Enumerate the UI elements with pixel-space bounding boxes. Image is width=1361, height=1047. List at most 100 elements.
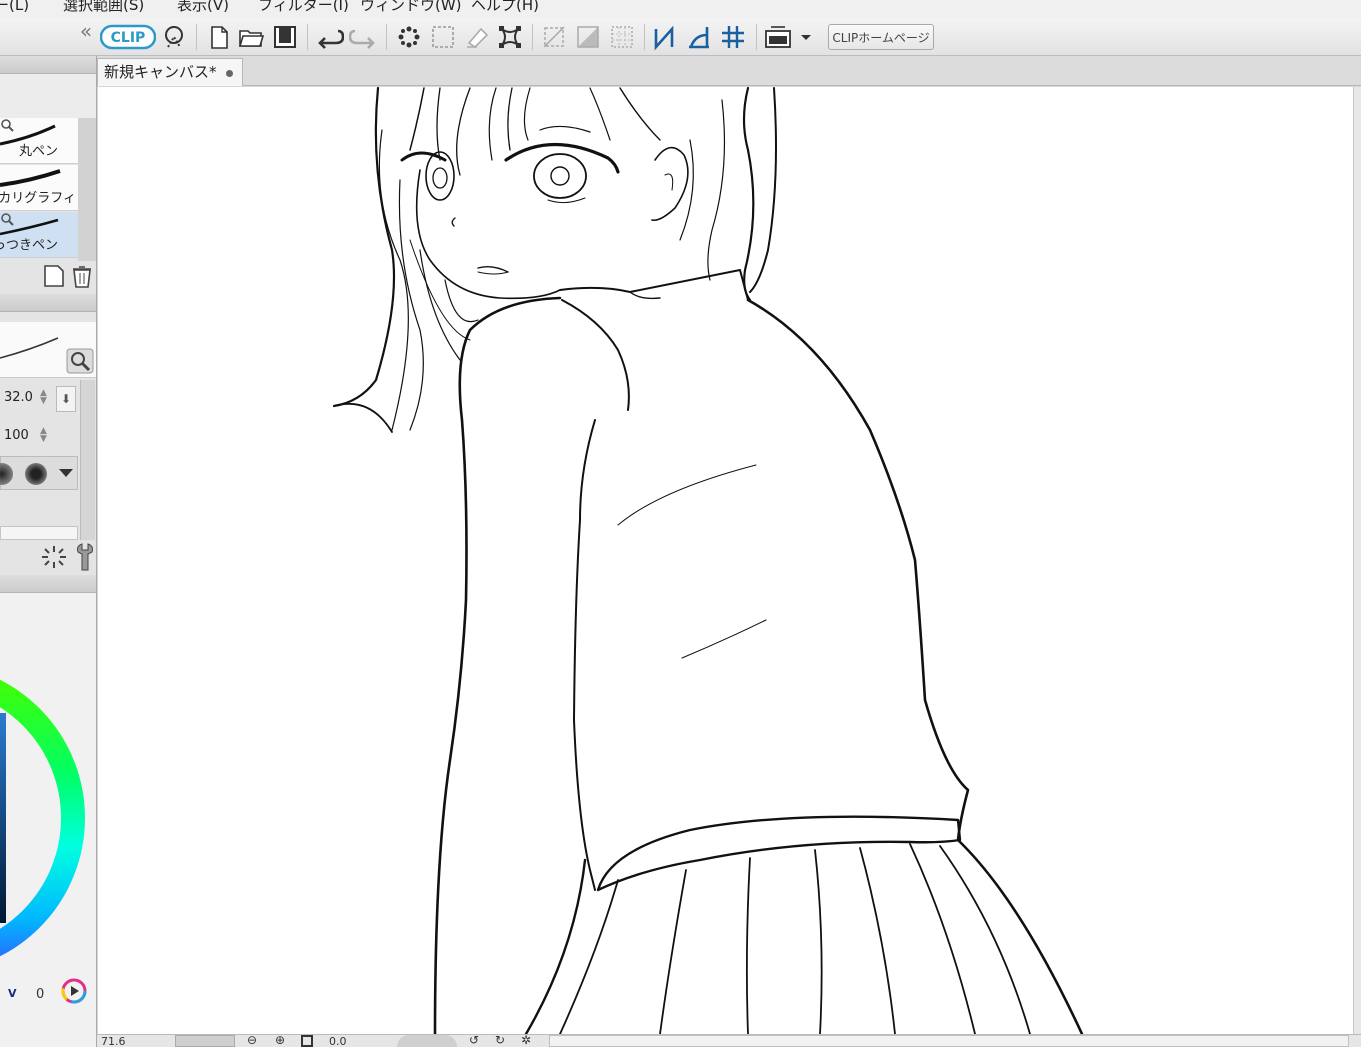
perspective-snap-icon	[689, 27, 709, 49]
color-mode-icon[interactable]	[60, 977, 88, 1005]
transform-button[interactable]	[495, 22, 525, 52]
select-all-icon	[432, 26, 454, 48]
brush-label: カリグラフィ	[0, 191, 76, 206]
redo-icon	[349, 29, 375, 49]
show-grid-button[interactable]	[607, 22, 637, 52]
brush-item-sticky-pen[interactable]: っつきペン	[0, 212, 78, 258]
undo-icon	[318, 29, 344, 49]
fill-selection-icon	[577, 26, 599, 48]
navigator-status-bar: 71.6 ⊖ ⊕ 0.0 ↺ ↻ ✲	[97, 1034, 1361, 1047]
new-sub-tool-icon[interactable]	[42, 263, 66, 289]
menu-window[interactable]: ウィンドウ(W)	[360, 0, 462, 15]
reset-rotation-icon[interactable]: ✲	[521, 1034, 531, 1046]
menu-selection[interactable]: 選択範囲(S)	[63, 0, 144, 15]
tool-property-preview	[0, 322, 96, 378]
fill-selection-button[interactable]	[573, 22, 603, 52]
ruler-snap-icon	[654, 25, 674, 51]
brush-item-round-pen[interactable]: 丸ペン	[0, 118, 78, 164]
redo-button[interactable]	[348, 22, 378, 52]
rotate-left-icon[interactable]: ↺	[469, 1034, 479, 1046]
zoom-slider[interactable]	[175, 1035, 235, 1047]
canvas-tab-bar: 新規キャンバス*	[97, 56, 1361, 86]
menu-filter[interactable]: フィルター(I)	[258, 0, 349, 15]
special-ruler-snap-icon	[722, 26, 744, 48]
chevron-down-icon[interactable]	[59, 469, 73, 477]
opacity-value[interactable]: 100	[4, 428, 29, 443]
brush-size-spinner[interactable]: ▲ ▼	[40, 389, 47, 406]
deselect-button[interactable]	[394, 22, 424, 52]
hide-selection-button[interactable]	[539, 22, 569, 52]
perspective-snap-button[interactable]	[684, 22, 714, 52]
rotate-right-icon[interactable]: ↻	[495, 1034, 505, 1046]
menu-view[interactable]: 表示(V)	[177, 0, 229, 15]
color-wheel-panel: V 0	[0, 593, 96, 1047]
menu-help[interactable]: ヘルプ(H)	[471, 0, 539, 15]
sub-tool-group-bar	[0, 74, 96, 118]
clip-logo-button[interactable]: CLIP	[100, 22, 156, 52]
hide-selection-icon	[543, 26, 565, 48]
menu-layer[interactable]: ー(L)	[0, 0, 29, 15]
ruler-snap-button[interactable]	[651, 22, 681, 52]
opacity-spinner[interactable]: ▲ ▼	[40, 427, 47, 444]
brush-label: 丸ペン	[18, 144, 58, 159]
sub-tool-detail-icon[interactable]	[40, 544, 68, 570]
open-button[interactable]	[236, 22, 266, 52]
collapse-panel-button[interactable]: «	[76, 20, 96, 44]
drawing-canvas[interactable]	[98, 87, 1353, 1034]
menu-bar: ー(L) 選択範囲(S) 表示(V) フィルター(I) ウィンドウ(W) ヘルプ…	[0, 0, 1361, 18]
line-art-illustration	[332, 87, 1084, 1034]
color-wheel[interactable]	[0, 653, 90, 983]
tab-modified-dot[interactable]	[226, 70, 233, 77]
clip-logo-icon: CLIP	[100, 24, 156, 50]
opacity-row: 100 ▲ ▼	[0, 423, 78, 449]
rotation-slider[interactable]	[397, 1035, 457, 1047]
canvas-vertical-scrollbar[interactable]	[1353, 87, 1361, 1034]
pressure-settings-button[interactable]: ⬇	[56, 386, 76, 412]
app-window: ー(L) 選択範囲(S) 表示(V) フィルター(I) ウィンドウ(W) ヘルプ…	[0, 0, 1361, 1047]
save-button[interactable]	[270, 22, 300, 52]
trash-icon[interactable]	[70, 263, 94, 289]
wrench-icon[interactable]	[74, 542, 96, 572]
canvas-horizontal-scrollbar[interactable]	[549, 1035, 1349, 1047]
value-label: V	[8, 987, 17, 1000]
companion-button[interactable]	[159, 22, 189, 52]
magnifier-icon[interactable]	[0, 212, 14, 226]
anti-alias-option[interactable]	[25, 463, 47, 485]
clip-logo-text: CLIP	[111, 30, 146, 46]
brush-list-scrollbar[interactable]	[78, 118, 96, 261]
zoom-out-icon[interactable]: ⊖	[247, 1034, 257, 1046]
tool-property-scrollbar[interactable]	[80, 380, 95, 540]
zoom-value[interactable]: 71.6	[101, 1035, 126, 1047]
brush-label: っつきペン	[0, 238, 58, 253]
slider-track[interactable]	[0, 526, 78, 540]
clear-button[interactable]	[462, 22, 492, 52]
brush-size-value[interactable]: 32.0	[4, 390, 33, 405]
brush-stroke-preview	[0, 337, 59, 359]
new-file-button[interactable]	[204, 22, 234, 52]
select-all-button[interactable]	[428, 22, 458, 52]
layer-dropdown-button[interactable]	[763, 22, 815, 52]
rotation-value[interactable]: 0.0	[329, 1035, 347, 1047]
magnifier-icon[interactable]	[66, 348, 94, 374]
tab-new-canvas[interactable]: 新規キャンバス*	[97, 58, 243, 86]
tool-property-panel-header[interactable]	[0, 294, 96, 312]
magnifier-icon[interactable]	[0, 118, 14, 132]
brush-item-calligraphy[interactable]: カリグラフィ	[0, 165, 78, 211]
sub-tool-panel-header[interactable]	[0, 56, 96, 74]
left-dock: 丸ペン カリグラフィ っつきペン 32.0 ▲▼ ⬇ 100 ▲▼	[0, 56, 97, 1047]
undo-button[interactable]	[315, 22, 345, 52]
anti-alias-option[interactable]	[0, 463, 13, 485]
color-wheel-panel-header[interactable]	[0, 575, 96, 593]
new-file-icon	[211, 26, 228, 49]
zoom-in-icon[interactable]: ⊕	[275, 1034, 285, 1046]
clip-homepage-button[interactable]: CLIPホームページ	[828, 24, 934, 50]
clear-icon	[467, 27, 489, 49]
special-ruler-snap-button[interactable]	[718, 22, 748, 52]
deselect-icon	[398, 26, 420, 48]
fit-window-icon[interactable]	[301, 1035, 313, 1047]
layer-dropdown-icon	[765, 26, 811, 48]
tab-label: 新規キャンバス*	[104, 63, 217, 81]
anti-alias-selector[interactable]	[0, 456, 78, 490]
companion-icon	[165, 26, 183, 48]
command-bar: « CLIP	[0, 18, 1361, 56]
